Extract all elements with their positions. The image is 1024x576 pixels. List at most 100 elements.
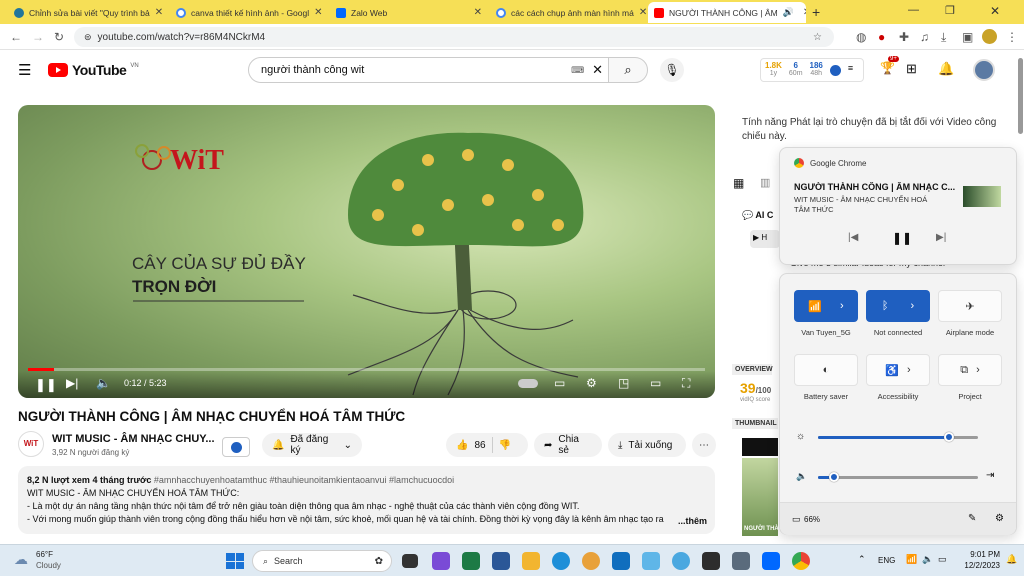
project-tile[interactable]: ⧉ ›	[938, 354, 1002, 386]
store-icon[interactable]	[612, 552, 630, 570]
create-video-icon[interactable]: ⊞	[906, 61, 917, 77]
hamburger-menu-icon[interactable]: ☰	[18, 61, 31, 79]
file-explorer-icon[interactable]	[522, 552, 540, 570]
page-scrollbar[interactable]	[1018, 58, 1023, 134]
new-tab-icon[interactable]: +	[812, 4, 820, 20]
address-bar[interactable]: ⊜ youtube.com/watch?v=r86M4NCkrM4 ☆	[74, 27, 834, 47]
audio-playing-icon[interactable]: 🔊	[783, 7, 794, 18]
window-close-icon[interactable]: ✕	[990, 4, 1000, 18]
more-actions-button[interactable]: ⋯	[692, 433, 716, 457]
stats-icon[interactable]: ▥	[760, 176, 770, 189]
volume-knob[interactable]	[829, 472, 839, 482]
task-view-icon[interactable]	[402, 554, 418, 568]
video-description[interactable]: 8,2 N lượt xem 4 tháng trước #amnhacchuy…	[18, 466, 715, 534]
browser-menu-icon[interactable]: ⋮	[1006, 30, 1018, 44]
keyboard-icon[interactable]: ⌨	[571, 65, 584, 76]
chevron-right-icon[interactable]: ›	[907, 364, 911, 376]
voice-search-icon[interactable]: 🎙	[660, 58, 684, 82]
input-language[interactable]: ENG	[878, 556, 895, 565]
tab-youtube-active[interactable]: NGƯỜI THÀNH CÔNG | ÂM 🔊 ✕	[648, 2, 806, 23]
close-icon[interactable]: ✕	[155, 7, 163, 18]
chrome-icon[interactable]	[792, 552, 810, 570]
word-icon[interactable]	[492, 552, 510, 570]
battery-saver-tile[interactable]: ◐	[794, 354, 858, 386]
forward-icon[interactable]: →	[32, 30, 44, 44]
close-icon[interactable]: ✕	[474, 7, 482, 18]
search-input[interactable]: người thành công wit ⌨ ✕	[248, 57, 612, 83]
extensions-puzzle-icon[interactable]: ✚	[899, 30, 909, 44]
previous-track-icon[interactable]: |◀	[848, 232, 858, 243]
bluetooth-tile[interactable]: ᛒ ›	[866, 290, 930, 322]
like-icon[interactable]: 👍	[456, 440, 468, 451]
channel-name[interactable]: WIT MUSIC - ÂM NHẠC CHUY...	[52, 433, 215, 445]
audio-output-icon[interactable]: ⇥	[986, 470, 994, 481]
side-panel-icon[interactable]: ▣	[962, 30, 973, 44]
bookmark-star-icon[interactable]: ☆	[813, 32, 822, 43]
site-info-icon[interactable]: ⊜	[84, 32, 92, 43]
battery-status-icon[interactable]: ▭	[938, 554, 947, 565]
settings-gear-icon[interactable]: ⚙	[995, 513, 1004, 524]
minimize-icon[interactable]: —	[908, 4, 919, 16]
media-control-icon[interactable]: ♫	[920, 30, 929, 44]
accessibility-tile[interactable]: ♿ ›	[866, 354, 930, 386]
media-pause-icon[interactable]: ❚❚	[892, 231, 912, 245]
account-avatar[interactable]	[973, 59, 995, 81]
hashtags[interactable]: #amnhacchuyenhoatamthuc #thauhieunoitamk…	[154, 475, 454, 485]
notification-center-icon[interactable]: 🔔	[1006, 554, 1017, 565]
channel-avatar[interactable]: WiT	[18, 431, 44, 457]
wifi-tile[interactable]: 📶 ›	[794, 290, 858, 322]
search-button[interactable]: ⌕	[608, 57, 648, 83]
taskbar-search-box[interactable]: ⌕ Search ✿	[252, 550, 392, 572]
download-icon[interactable]: ⤓	[941, 30, 946, 44]
app-icon[interactable]	[582, 552, 600, 570]
app-icon[interactable]	[642, 552, 660, 570]
autoplay-toggle[interactable]	[518, 379, 538, 388]
subscribed-button[interactable]: 🔔 Đã đăng ký ⌄	[262, 433, 362, 457]
back-icon[interactable]: ←	[10, 30, 22, 44]
app-icon[interactable]	[672, 552, 690, 570]
vidiq-stats-widget[interactable]: 1.8K 1y 6 60m 186 48h ≡	[760, 58, 864, 82]
thumbnail-preview[interactable]: NGƯỜI THÀNH	[742, 458, 787, 536]
chevron-right-icon[interactable]: ›	[840, 300, 844, 312]
settings-gear-icon[interactable]: ⚙	[586, 376, 597, 390]
next-track-icon[interactable]: ▶|	[936, 232, 946, 243]
tab-zalo[interactable]: Zalo Web ✕	[330, 2, 488, 23]
clear-search-icon[interactable]: ✕	[592, 62, 603, 78]
wifi-status-icon[interactable]: 📶	[906, 554, 917, 565]
tab-google-canva[interactable]: canva thiết kế hình ảnh - Googl ✕	[170, 2, 328, 23]
app-icon[interactable]	[702, 552, 720, 570]
brightness-knob[interactable]	[944, 432, 955, 442]
airplane-tile[interactable]: ✈	[938, 290, 1002, 322]
dislike-icon[interactable]: 👎	[499, 440, 511, 451]
extension-icon[interactable]: ◍	[856, 30, 866, 44]
notifications-bell-icon[interactable]: 🔔	[938, 61, 954, 77]
chevron-right-icon[interactable]: ›	[976, 364, 980, 376]
teams-icon[interactable]	[432, 552, 450, 570]
show-more-link[interactable]: ...thêm	[678, 515, 707, 528]
excel-icon[interactable]	[462, 552, 480, 570]
calculator-icon[interactable]	[732, 552, 750, 570]
volume-status-icon[interactable]: 🔈	[922, 554, 933, 565]
windows-start-icon[interactable]	[226, 553, 244, 569]
extension-icon[interactable]: ●	[878, 30, 885, 44]
zalo-icon[interactable]	[762, 552, 780, 570]
grid-view-icon[interactable]: ▦	[733, 176, 744, 190]
ai-coach-header[interactable]: 💬 AI C	[742, 210, 773, 221]
tab-google-screenshot[interactable]: các cách chụp ảnh màn hình má ✕	[490, 2, 648, 23]
next-icon[interactable]: ▶|	[66, 376, 78, 390]
close-icon[interactable]: ✕	[639, 7, 647, 18]
chevron-right-icon[interactable]: ›	[910, 300, 914, 312]
profile-avatar[interactable]	[982, 29, 997, 44]
cloud-weather-icon[interactable]: ☁	[14, 551, 28, 568]
fullscreen-icon[interactable]: ⛶	[682, 376, 690, 391]
clock-date[interactable]: 12/2/2023	[952, 561, 1000, 570]
volume-icon[interactable]: 🔈	[96, 376, 111, 390]
edge-icon[interactable]	[552, 552, 570, 570]
reload-icon[interactable]: ↻	[54, 30, 64, 44]
theater-mode-icon[interactable]: ▭	[650, 376, 661, 390]
close-icon[interactable]: ✕	[803, 7, 806, 18]
edit-pencil-icon[interactable]: ✎	[968, 513, 976, 524]
close-icon[interactable]: ✕	[314, 7, 322, 18]
speaker-icon[interactable]: 🔈	[796, 471, 807, 482]
share-button[interactable]: ➦ Chia sẻ	[534, 433, 602, 457]
